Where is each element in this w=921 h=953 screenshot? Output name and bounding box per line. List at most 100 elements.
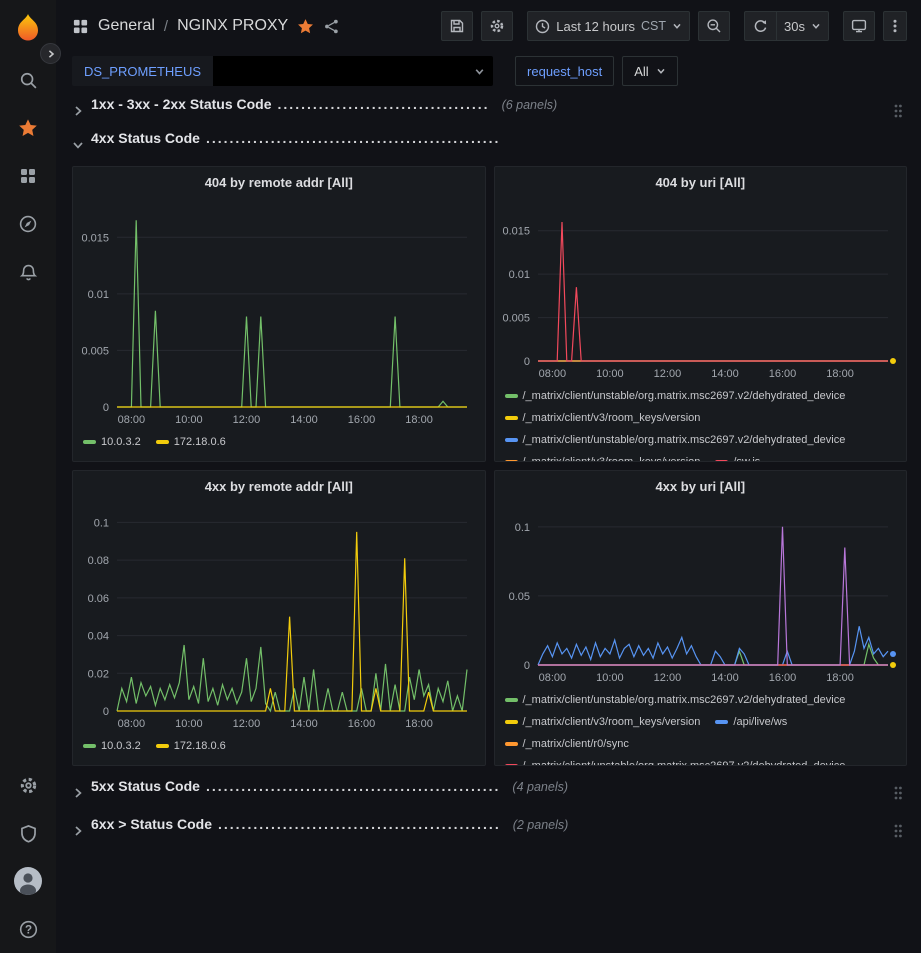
x-axis-tick-label: 18:00 (405, 718, 433, 730)
panel-title[interactable]: 4xx by uri [All] (495, 471, 907, 503)
y-axis-tick-label: 0.02 (87, 668, 108, 680)
refresh-button[interactable] (744, 11, 776, 41)
panel-grid: 404 by remote addr [All] 00.0050.010.015… (72, 166, 907, 766)
breadcrumb-folder[interactable]: General (98, 17, 155, 35)
panel-legend: /_matrix/client/unstable/org.matrix.msc2… (495, 687, 907, 766)
user-avatar (13, 866, 43, 896)
x-axis-tick-label: 08:00 (117, 718, 145, 730)
row-header-5xx[interactable]: 5xx Status Code ........................… (72, 778, 907, 808)
legend-item[interactable]: /_matrix/client/unstable/org.matrix.msc2… (505, 689, 846, 711)
row-title-dots: ........................................… (206, 130, 500, 146)
legend-label: 172.18.0.6 (174, 735, 226, 757)
legend-label: /api/live/ws (733, 711, 787, 733)
favorite-star-icon[interactable] (297, 18, 314, 35)
legend-color-swatch (156, 744, 169, 748)
chevron-down-icon (672, 21, 682, 31)
sidebar-item-alerting[interactable] (0, 248, 56, 296)
refresh-interval-label: 30s (784, 19, 805, 34)
chevron-right-icon (72, 825, 84, 837)
legend-color-swatch (505, 438, 518, 442)
sidebar-item-configuration[interactable] (0, 761, 56, 809)
cycle-view-mode-button[interactable] (843, 11, 875, 41)
shield-icon (19, 824, 38, 843)
legend-item[interactable]: /_matrix/client/v3/room_keys/version (505, 407, 701, 429)
x-axis-tick-label: 10:00 (175, 718, 203, 730)
refresh-interval-dropdown[interactable]: 30s (776, 11, 829, 41)
share-icon[interactable] (323, 18, 340, 35)
y-axis-tick-label: 0.04 (87, 631, 108, 643)
timeseries-chart[interactable]: 00.020.040.060.080.108:0010:0012:0014:00… (75, 503, 483, 733)
submenu-variables-bar: DS_PROMETHEUS request_host All (56, 52, 921, 90)
series-end-dot (890, 358, 896, 364)
legend-item[interactable]: 10.0.3.2 (83, 431, 141, 453)
x-axis-tick-label: 12:00 (232, 718, 260, 730)
apps-grid-icon (19, 167, 37, 185)
panel-legend: 10.0.3.2 172.18.0.6 (73, 733, 485, 757)
sidebar-item-starred[interactable] (0, 104, 56, 152)
y-axis-tick-label: 0.06 (87, 593, 108, 605)
save-dashboard-button[interactable] (441, 11, 473, 41)
variable-value-request-host[interactable]: All (622, 56, 677, 86)
legend-item[interactable]: 172.18.0.6 (156, 735, 226, 757)
time-range-picker[interactable]: Last 12 hours CST (527, 11, 690, 41)
x-axis-tick-label: 08:00 (117, 414, 145, 426)
legend-item[interactable]: /_matrix/client/unstable/org.matrix.msc2… (505, 385, 846, 407)
legend-item[interactable]: /sw.js (715, 451, 760, 462)
x-axis-tick-label: 16:00 (348, 718, 376, 730)
y-axis-tick-label: 0.01 (87, 289, 108, 301)
sidebar-item-profile[interactable] (0, 857, 56, 905)
variable-value-ds-prometheus[interactable] (213, 56, 493, 86)
clock-icon (535, 19, 550, 34)
row-drag-handle[interactable] (893, 824, 903, 839)
legend-item[interactable]: /_matrix/client/v3/room_keys/version (505, 711, 701, 733)
grafana-app: ? General / NGINX PROXY (0, 0, 921, 953)
panel-title[interactable]: 404 by uri [All] (495, 167, 907, 199)
chevron-down-icon (474, 66, 485, 77)
legend-item[interactable]: /_matrix/client/unstable/org.matrix.msc2… (505, 429, 846, 451)
sidebar-item-help[interactable]: ? (0, 905, 56, 953)
dashboard-settings-button[interactable] (481, 11, 513, 41)
legend-label: /_matrix/client/unstable/org.matrix.msc2… (523, 689, 846, 711)
kebab-menu-icon (888, 18, 902, 34)
legend-item[interactable]: /api/live/ws (715, 711, 787, 733)
legend-color-swatch (505, 460, 518, 462)
toolbar: Last 12 hours CST (441, 11, 907, 41)
series-line (538, 222, 888, 361)
legend-item[interactable]: /_matrix/client/r0/sync (505, 733, 629, 755)
legend-item[interactable]: 10.0.3.2 (83, 735, 141, 757)
legend-item[interactable]: /_matrix/client/unstable/org.matrix.msc2… (505, 755, 846, 766)
row-drag-handle[interactable] (893, 786, 903, 801)
chevron-down-icon (811, 21, 821, 31)
row-title: 4xx Status Code (91, 130, 200, 146)
row-header-4xx[interactable]: 4xx Status Code ........................… (72, 130, 907, 160)
panel-title[interactable]: 4xx by remote addr [All] (73, 471, 485, 503)
legend-item[interactable]: 172.18.0.6 (156, 431, 226, 453)
chevron-down-icon (72, 139, 84, 151)
sidebar-expand-button[interactable] (40, 43, 61, 64)
sidebar-item-dashboards[interactable] (0, 152, 56, 200)
variable-label-request-host[interactable]: request_host (515, 56, 614, 86)
row-header-6xx[interactable]: 6xx > Status Code ......................… (72, 816, 907, 846)
timeseries-chart[interactable]: 00.0050.010.01508:0010:0012:0014:0016:00… (75, 199, 483, 429)
panel-title[interactable]: 404 by remote addr [All] (73, 167, 485, 199)
x-axis-tick-label: 10:00 (596, 672, 624, 684)
row-header-1xx-3xx-2xx[interactable]: 1xx - 3xx - 2xx Status Code ............… (72, 96, 907, 126)
variable-label-ds-prometheus[interactable]: DS_PROMETHEUS (72, 56, 213, 86)
legend-item[interactable]: /_matrix/client/v3/room_keys/version (505, 451, 701, 462)
time-zoom-out-button[interactable] (698, 11, 730, 41)
x-axis-tick-label: 12:00 (654, 672, 682, 684)
legend-label: /_matrix/client/v3/room_keys/version (523, 451, 701, 462)
monitor-icon (851, 18, 867, 34)
more-options-button[interactable] (883, 11, 907, 41)
legend-color-swatch (505, 698, 518, 702)
x-axis-tick-label: 14:00 (290, 718, 318, 730)
grafana-logo-icon[interactable] (11, 12, 45, 46)
row-drag-handle[interactable] (893, 104, 903, 119)
refresh-icon (753, 19, 768, 34)
sidebar-item-explore[interactable] (0, 200, 56, 248)
x-axis-tick-label: 18:00 (827, 672, 855, 684)
timeseries-chart[interactable]: 00.0050.010.01508:0010:0012:0014:0016:00… (496, 199, 904, 383)
timeseries-chart[interactable]: 00.050.108:0010:0012:0014:0016:0018:00 (496, 503, 904, 687)
sidebar-item-server-admin[interactable] (0, 809, 56, 857)
breadcrumb-dashboard-title[interactable]: NGINX PROXY (177, 17, 288, 35)
